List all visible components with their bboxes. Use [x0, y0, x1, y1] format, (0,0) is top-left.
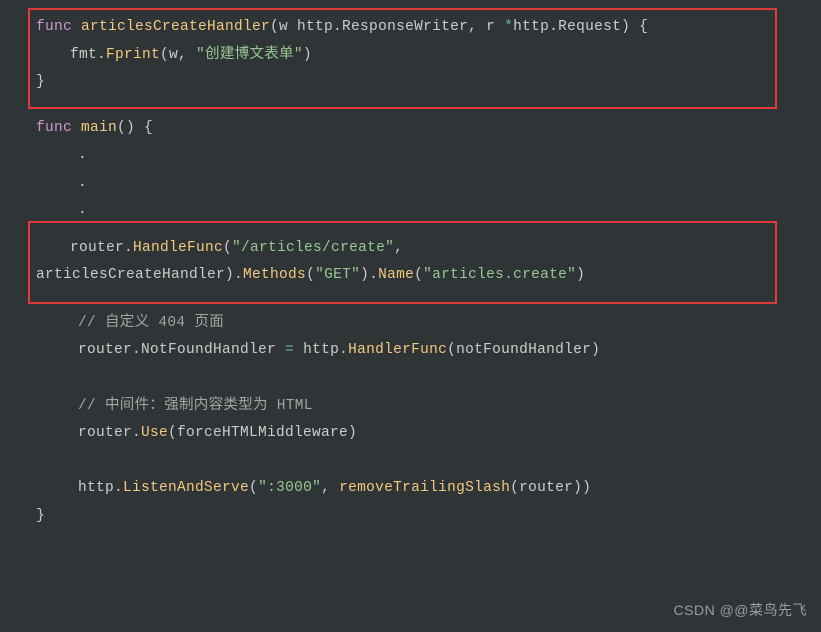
code-line: } [36, 503, 785, 531]
code-line: router.NotFoundHandler = http.HandlerFun… [36, 337, 785, 365]
comment-line: // 自定义 404 页面 [36, 310, 785, 338]
code-line: http.ListenAndServe(":3000", removeTrail… [36, 475, 785, 503]
code-line: articlesCreateHandler).Methods("GET").Na… [36, 262, 769, 290]
highlight-box-1: func articlesCreateHandler(w http.Respon… [28, 8, 777, 109]
code-block: func articlesCreateHandler(w http.Respon… [8, 8, 813, 530]
code-line: . [36, 170, 785, 198]
code-line: router.Use(forceHTMLMiddleware) [36, 420, 785, 448]
code-line: } [36, 69, 769, 97]
watermark-text: CSDN @@菜鸟先飞 [674, 597, 807, 624]
code-line: func main() { [36, 115, 785, 143]
code-line: func articlesCreateHandler(w http.Respon… [36, 14, 769, 42]
code-line: . [36, 142, 785, 170]
highlight-box-2: router.HandleFunc("/articles/create", ar… [28, 221, 777, 304]
code-line: fmt.Fprint(w, "创建博文表单") [36, 42, 769, 70]
comment-line: // 中间件：强制内容类型为 HTML [36, 393, 785, 421]
code-line: router.HandleFunc("/articles/create", [36, 235, 769, 263]
